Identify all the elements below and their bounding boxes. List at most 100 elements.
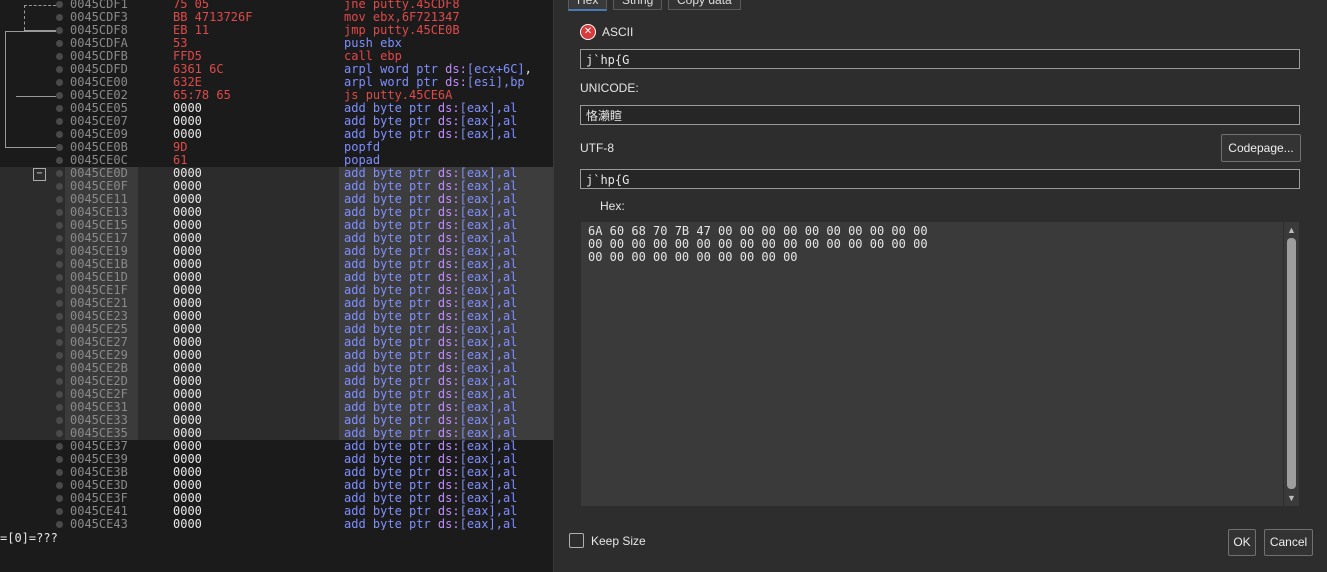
instruction-token: ,al [495,257,518,271]
breakpoint-icon[interactable] [56,118,63,125]
tab-copy-data[interactable]: Copy data [668,0,741,10]
instruction-token: ds: [437,322,460,336]
disassembly-view[interactable]: − 0045CDF1 75 05 jne putty.45CDF8 0045CDF3 B… [0,0,553,530]
edit-data-dialog: Hex String Copy data ✕ ASCII j`hp{G UNIC… [553,0,1327,572]
breakpoint-icon[interactable] [56,248,63,255]
instruction-token: ds: [437,478,460,492]
instruction-token: [eax] [459,270,496,284]
instruction-token: ,bp [502,75,525,89]
breakpoint-icon[interactable] [56,287,63,294]
scroll-thumb[interactable] [1287,238,1296,489]
breakpoint-icon[interactable] [56,391,63,398]
instruction-token: ds: [437,192,460,206]
instruction-token: [eax] [459,361,496,375]
instruction-token: ds: [437,283,460,297]
instruction-token: [esi] [466,75,503,89]
scroll-up-icon[interactable]: ▲ [1287,226,1296,235]
breakpoint-icon[interactable] [56,404,63,411]
breakpoint-icon[interactable] [56,456,63,463]
instruction-token: add byte ptr [344,361,438,375]
breakpoint-icon[interactable] [56,66,63,73]
instruction-token: [eax] [459,426,496,440]
breakpoint-icon[interactable] [56,443,63,450]
breakpoint-icon[interactable] [56,222,63,229]
breakpoint-icon[interactable] [56,170,63,177]
breakpoint-icon[interactable] [56,235,63,242]
breakpoint-icon[interactable] [56,352,63,359]
utf8-field[interactable]: j`hp{G [580,169,1300,189]
breakpoint-icon[interactable] [56,196,63,203]
hex-scrollbar[interactable]: ▲ ▼ [1284,222,1299,506]
table-row[interactable]: 0045CE43 0000 add byte ptr ds:[eax],al [0,518,553,530]
scroll-down-icon[interactable]: ▼ [1287,494,1296,503]
breakpoint-icon[interactable] [56,53,63,60]
breakpoint-icon[interactable] [56,430,63,437]
instruction-token: putty.45CE6A [365,88,453,102]
instruction-token: [eax] [459,452,496,466]
instruction-token: arpl word ptr [344,62,446,76]
ok-button[interactable]: OK [1228,529,1256,556]
instruction-token: ,al [495,478,518,492]
instruction-token: [eax] [459,257,496,271]
instruction-token: [eax] [459,517,496,531]
breakpoint-icon[interactable] [56,261,63,268]
error-icon: ✕ [580,24,596,40]
breakpoint-icon[interactable] [56,105,63,112]
breakpoint-icon[interactable] [56,365,63,372]
breakpoint-icon[interactable] [56,326,63,333]
instruction-token: add byte ptr [344,387,438,401]
breakpoint-icon[interactable] [56,209,63,216]
breakpoint-icon[interactable] [56,313,63,320]
tab-string[interactable]: String [613,0,663,10]
instruction-token: add byte ptr [344,101,438,115]
instruction-token: ds: [437,361,460,375]
instruction-token: arpl word ptr [344,75,446,89]
instruction-token: ,al [495,205,518,219]
instruction-token: ds: [437,309,460,323]
unicode-field[interactable]: 恪瀨睻 [580,105,1300,125]
instruction-token: ds: [437,517,460,531]
breakpoint-icon[interactable] [56,183,63,190]
instruction-token: add byte ptr [344,335,438,349]
breakpoint-icon[interactable] [56,508,63,515]
instruction-token: ,al [495,179,518,193]
instruction-token: ,al [495,374,518,388]
instruction-token: ,al [495,335,518,349]
instruction-token: add byte ptr [344,348,438,362]
breakpoint-icon[interactable] [56,521,63,528]
breakpoint-icon[interactable] [56,378,63,385]
instruction-token: ds: [437,231,460,245]
breakpoint-icon[interactable] [56,131,63,138]
breakpoint-icon[interactable] [56,417,63,424]
tab-hex[interactable]: Hex [568,0,608,11]
instruction-token: ds: [437,452,460,466]
instruction-token: [eax] [459,478,496,492]
breakpoint-icon[interactable] [56,339,63,346]
instruction-token: [eax] [459,166,496,180]
breakpoint-icon[interactable] [56,92,63,99]
keep-size-checkbox[interactable] [569,533,584,548]
breakpoint-icon[interactable] [56,1,63,8]
breakpoint-icon[interactable] [56,495,63,502]
instruction-token: [eax] [459,244,496,258]
instruction-token: ebx [372,10,395,24]
ascii-field[interactable]: j`hp{G [580,49,1300,69]
breakpoint-icon[interactable] [56,144,63,151]
breakpoint-icon[interactable] [56,469,63,476]
instruction-token: , [524,62,532,76]
breakpoint-icon[interactable] [56,482,63,489]
instruction-token: add byte ptr [344,491,438,505]
hex-editor[interactable]: 6A 60 68 70 7B 47 00 00 00 00 00 00 00 0… [581,222,1283,506]
breakpoint-icon[interactable] [56,27,63,34]
instruction-token: ds: [437,413,460,427]
breakpoint-icon[interactable] [56,274,63,281]
breakpoint-icon[interactable] [56,300,63,307]
breakpoint-icon[interactable] [56,157,63,164]
cancel-button[interactable]: Cancel [1264,529,1313,556]
instruction-token: ,6F721347 [394,10,460,24]
breakpoint-icon[interactable] [56,14,63,21]
breakpoint-icon[interactable] [56,40,63,47]
codepage-button[interactable]: Codepage... [1221,134,1301,162]
breakpoint-icon[interactable] [56,79,63,86]
instruction-token: ,al [495,322,518,336]
